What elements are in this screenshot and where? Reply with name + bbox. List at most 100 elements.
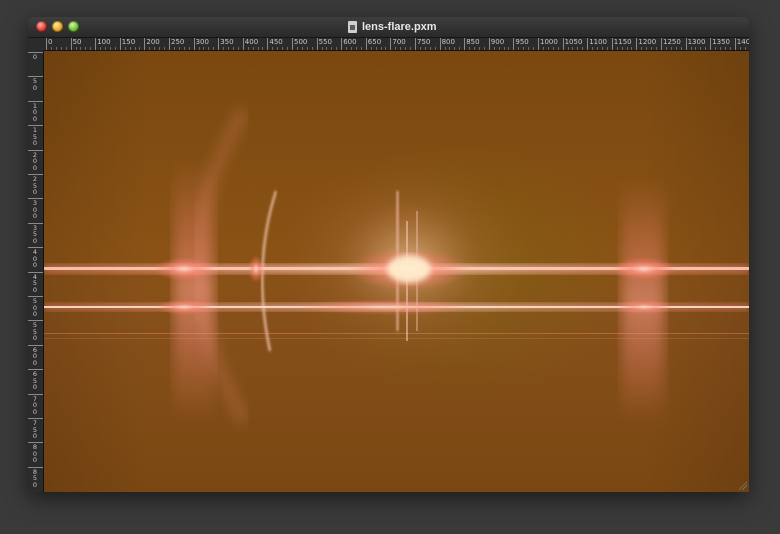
ruler-label: 800 <box>32 443 38 465</box>
ruler-minor-tick <box>351 47 353 50</box>
ruler-label: 850 <box>466 38 480 46</box>
ruler-label: 1300 <box>687 38 706 46</box>
ruler-minor-tick <box>311 47 313 50</box>
ruler-minor-tick <box>429 47 431 50</box>
ruler-minor-tick <box>355 47 357 50</box>
ruler-minor-tick <box>631 47 633 50</box>
ruler-major-tick <box>488 38 490 50</box>
ruler-minor-tick <box>478 47 480 50</box>
ruler-major-tick <box>587 38 589 50</box>
document-icon <box>348 21 357 33</box>
ruler-minor-tick <box>459 47 461 50</box>
ruler-major-tick <box>46 38 47 50</box>
ruler-label: 200 <box>146 38 160 46</box>
ruler-minor-tick <box>700 47 702 50</box>
ruler-label: 450 <box>32 272 38 294</box>
ruler-minor-tick <box>164 47 166 50</box>
ruler-minor-tick <box>134 47 136 50</box>
ruler-minor-tick <box>306 47 308 50</box>
ruler-major-tick <box>661 38 662 50</box>
ruler-label: 1200 <box>638 38 657 46</box>
ruler-major-tick <box>439 38 441 50</box>
ruler-minor-tick <box>385 47 387 50</box>
ruler-minor-tick <box>503 47 505 50</box>
ruler-minor-tick <box>577 47 579 50</box>
ruler-label: 350 <box>32 223 38 245</box>
ruler-minor-tick <box>434 47 436 50</box>
ruler-label: 1050 <box>564 38 583 46</box>
ruler-minor-tick <box>287 47 289 50</box>
ruler-label: 400 <box>244 38 259 46</box>
ruler-minor-tick <box>139 47 141 50</box>
ruler-label: 100 <box>97 38 111 46</box>
ruler-minor-tick <box>400 47 402 50</box>
ruler-minor-tick <box>375 47 377 50</box>
ruler-minor-tick <box>203 47 205 50</box>
ruler-minor-tick <box>449 47 451 50</box>
ruler-minor-tick <box>483 47 485 50</box>
ruler-minor-tick <box>675 47 677 50</box>
ruler-minor-tick <box>680 47 682 50</box>
resize-grip[interactable] <box>739 482 747 490</box>
ruler-minor-tick <box>493 47 495 50</box>
ruler-minor-tick <box>159 47 161 50</box>
ruler-minor-tick <box>154 47 156 50</box>
ruler-label: 500 <box>32 297 38 318</box>
ruler-major-tick <box>562 38 564 50</box>
ruler-minor-tick <box>198 47 200 50</box>
ruler-minor-tick <box>552 47 554 50</box>
ruler-label: 950 <box>515 38 529 46</box>
ruler-minor-tick <box>85 47 87 50</box>
ruler-minor-tick <box>75 47 77 50</box>
ruler-label: 250 <box>171 38 185 46</box>
document-window: lens-flare.pxm 0 50 100 150 200 250 300 350 400 4… <box>28 17 749 492</box>
ruler-label: 250 <box>32 175 38 196</box>
ruler-minor-tick <box>395 47 397 50</box>
ruler-label: 150 <box>121 38 136 46</box>
ruler-label: 50 <box>72 38 82 46</box>
ruler-minor-tick <box>498 47 500 50</box>
ruler-major-tick <box>119 38 121 50</box>
ruler-minor-tick <box>670 47 672 50</box>
ruler-major-tick <box>685 38 687 50</box>
ruler-major-tick <box>316 38 318 50</box>
ruler-label: 1400 <box>736 38 749 46</box>
ruler-minor-tick <box>582 47 584 50</box>
ruler-minor-tick <box>592 47 594 50</box>
ruler-label: 750 <box>417 38 431 46</box>
ruler-minor-tick <box>729 47 731 50</box>
ruler-major-tick <box>292 38 293 50</box>
ruler-major-tick <box>341 38 343 50</box>
vertical-ruler[interactable]: 0 50 100 150 200 250 300 350 400 450 500 550 600 650 7… <box>28 51 44 492</box>
window-title-text: lens-flare.pxm <box>362 21 437 33</box>
ruler-minor-tick <box>572 47 574 50</box>
zoom-button[interactable] <box>68 21 79 32</box>
minimize-button[interactable] <box>52 21 63 32</box>
ruler-minor-tick <box>346 47 348 50</box>
ruler-minor-tick <box>646 47 648 50</box>
ruler-minor-tick <box>665 47 667 50</box>
ruler-minor-tick <box>262 47 264 50</box>
ruler-minor-tick <box>739 47 741 50</box>
ruler-minor-tick <box>606 47 608 50</box>
ruler-minor-tick <box>424 47 426 50</box>
image-canvas[interactable] <box>44 51 749 492</box>
ruler-label: 200 <box>32 150 38 172</box>
ruler-minor-tick <box>208 47 210 50</box>
ruler-label: 1150 <box>613 38 632 46</box>
horizontal-ruler[interactable]: 0 50 100 150 200 250 300 350 400 450 500 550 600 650 7… <box>44 38 749 51</box>
ruler-minor-tick <box>547 47 549 50</box>
ruler-label: 1350 <box>712 38 731 46</box>
ruler-minor-tick <box>508 47 510 50</box>
ruler-minor-tick <box>296 47 298 50</box>
title-bar[interactable]: lens-flare.pxm <box>28 17 749 38</box>
ruler-major-tick <box>415 38 416 50</box>
ruler-minor-tick <box>80 47 82 50</box>
ruler-label: 550 <box>318 38 332 46</box>
ruler-major-tick <box>218 38 220 50</box>
ruler-minor-tick <box>690 47 692 50</box>
ruler-minor-tick <box>419 47 421 50</box>
close-button[interactable] <box>36 21 47 32</box>
ruler-major-tick <box>193 38 195 50</box>
ruler-minor-tick <box>124 47 126 50</box>
